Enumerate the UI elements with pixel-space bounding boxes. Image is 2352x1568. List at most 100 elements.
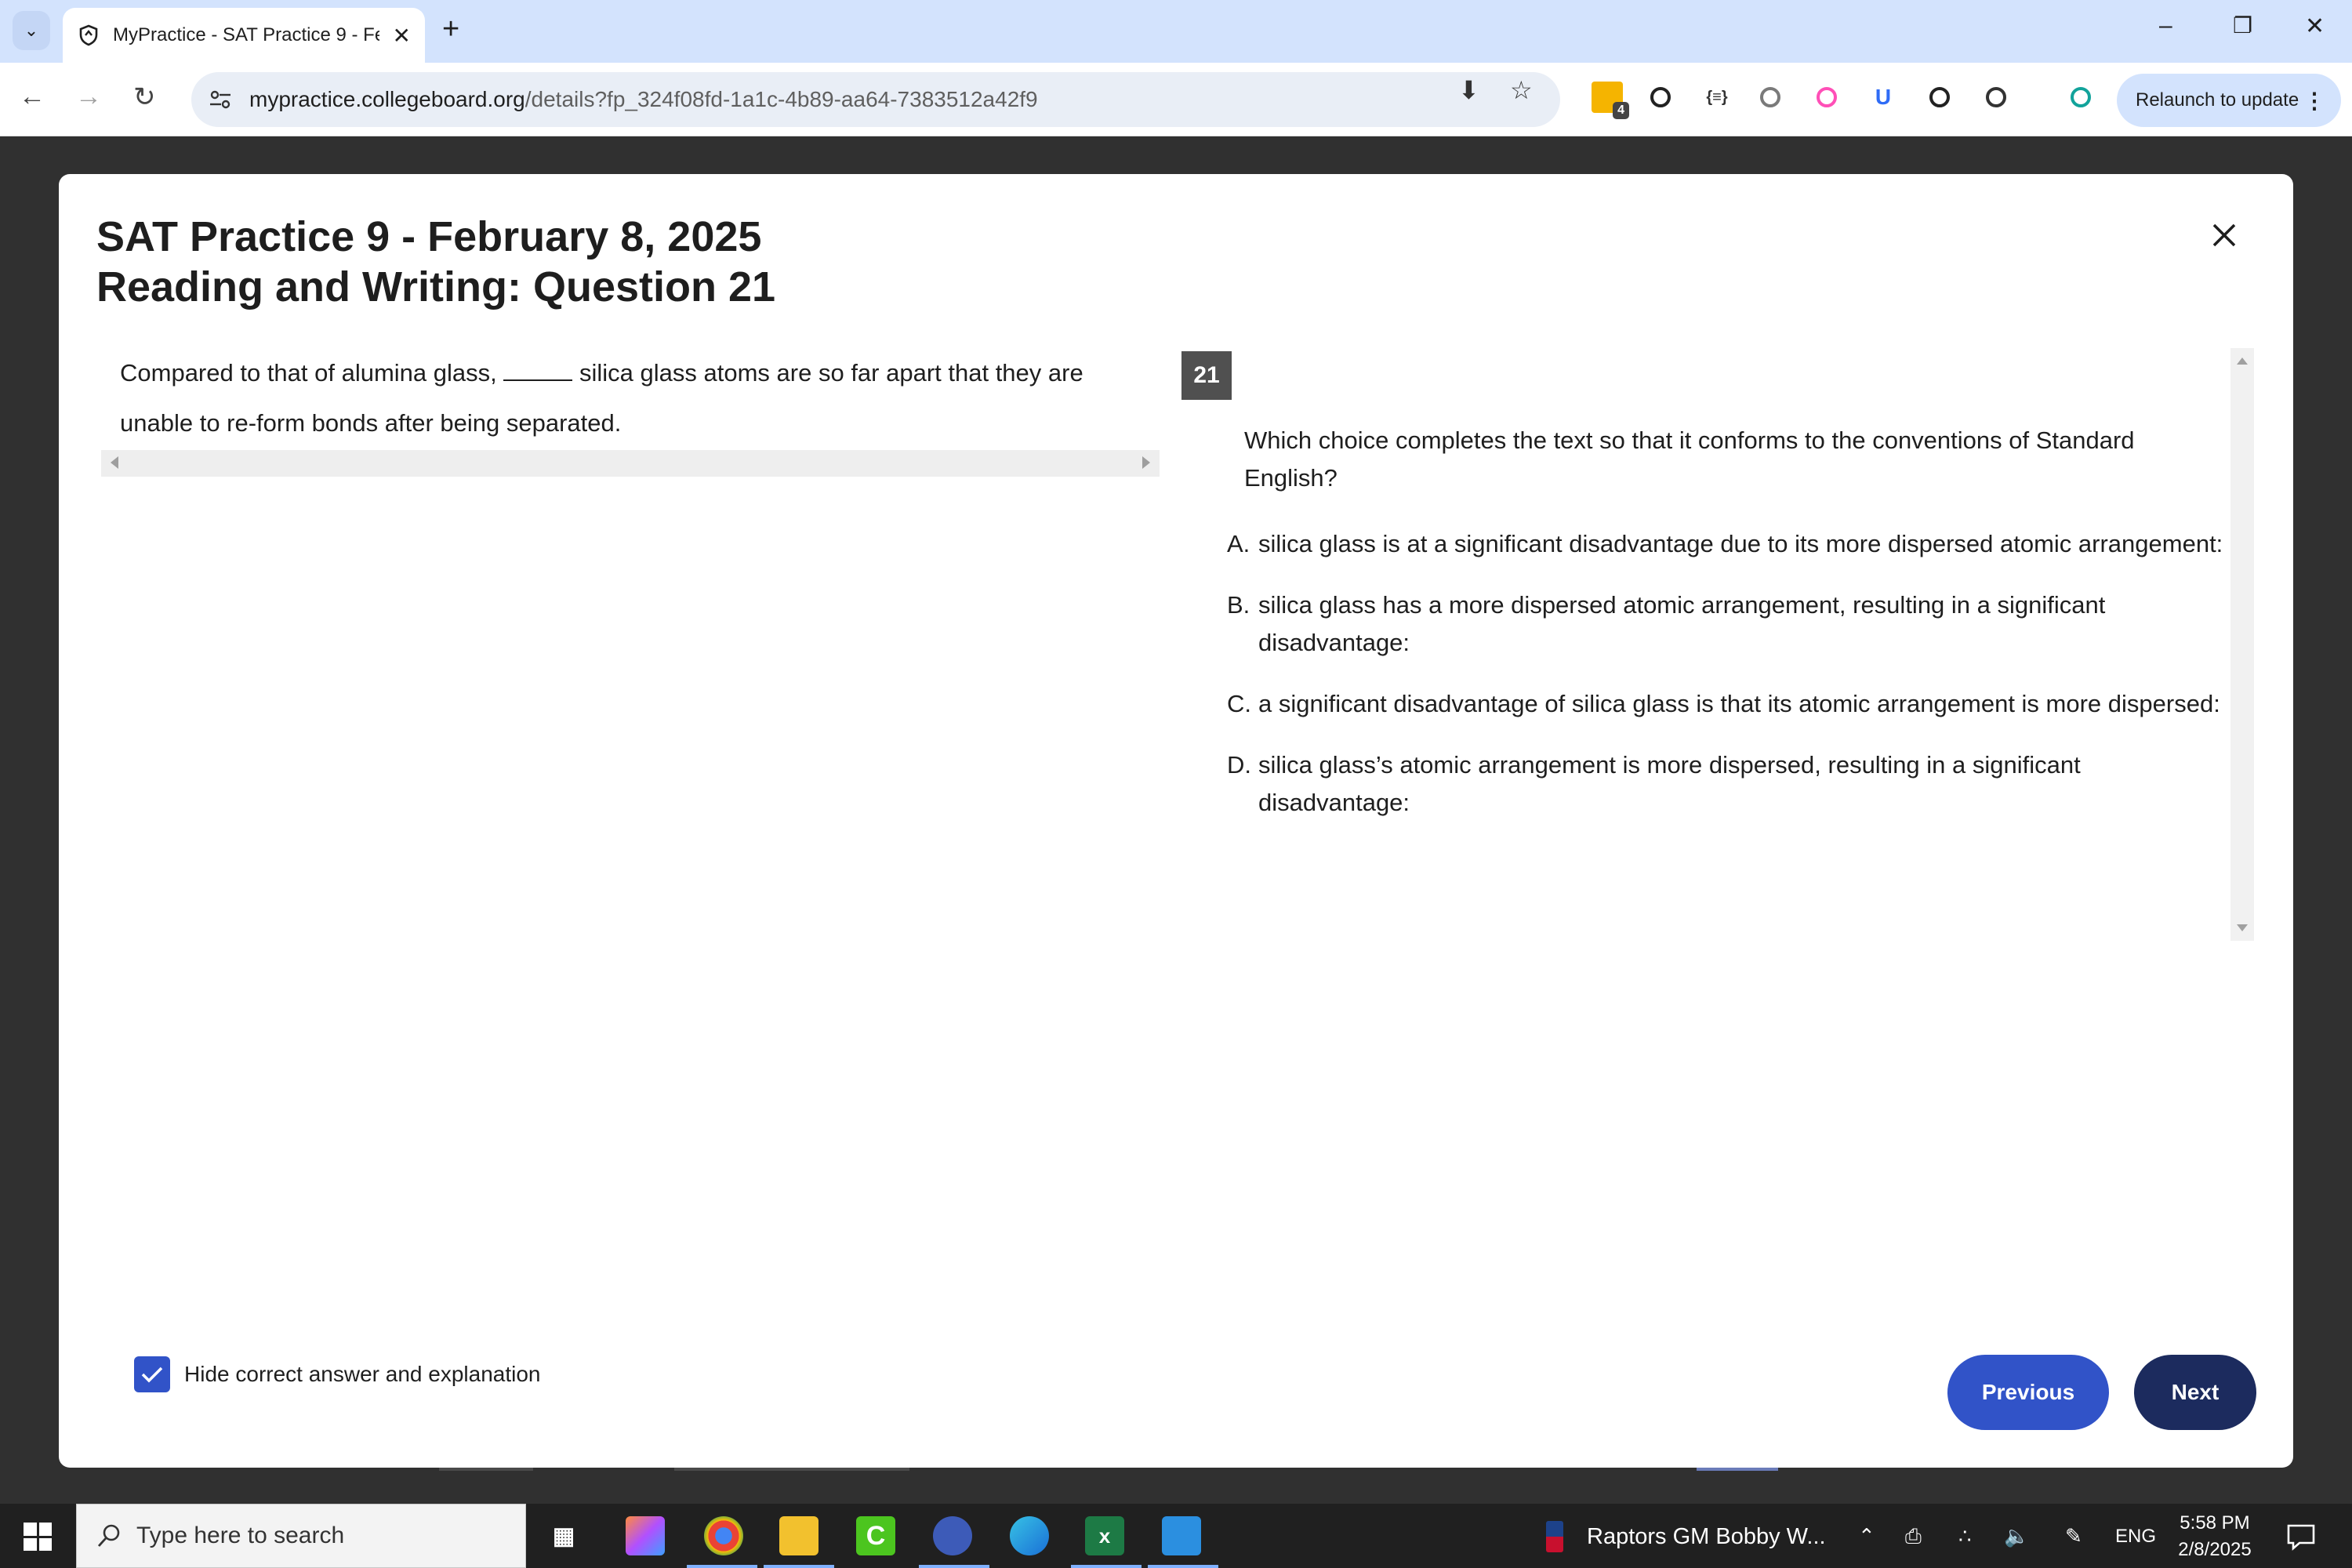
search-placeholder: Type here to search xyxy=(136,1523,345,1548)
chevron-down-icon: ⌄ xyxy=(24,20,39,40)
passage-before-blank: Compared to that of alumina glass, xyxy=(120,359,497,387)
choice-text: silica glass’s atomic arrangement is mor… xyxy=(1258,751,2081,816)
file-explorer-icon[interactable] xyxy=(779,1516,818,1555)
running-app-indicator xyxy=(1148,1565,1218,1568)
search-icon xyxy=(97,1524,120,1547)
pink-arrow-extension-icon[interactable] xyxy=(1811,82,1842,113)
excel-icon[interactable]: x xyxy=(1085,1516,1124,1555)
hide-answer-toggle[interactable]: Hide correct answer and explanation xyxy=(134,1356,540,1392)
answer-choices: A. silica glass is at a significant disa… xyxy=(1227,525,2238,845)
answer-choice-b[interactable]: B. silica glass has a more dispersed ato… xyxy=(1227,586,2238,662)
clock-date: 2/8/2025 xyxy=(2178,1539,2252,1560)
bars-extension-icon[interactable] xyxy=(2065,82,2096,113)
url-text: mypractice.collegeboard.org/details?fp_3… xyxy=(249,87,1038,112)
media-app-icon[interactable] xyxy=(933,1516,972,1555)
choice-letter: D. xyxy=(1227,751,1251,779)
choice-letter: A. xyxy=(1227,530,1250,557)
kebab-menu-icon[interactable]: ⋮ xyxy=(2303,88,2325,114)
browser-tab-active[interactable]: MyPractice - SAT Practice 9 - February 8… xyxy=(63,8,425,63)
scroll-left-arrow-icon[interactable] xyxy=(111,456,118,469)
choice-text: silica glass has a more dispersed atomic… xyxy=(1258,591,2106,656)
running-app-indicator xyxy=(764,1565,834,1568)
photos-icon[interactable] xyxy=(1162,1516,1201,1555)
wifi-icon[interactable]: ∴ xyxy=(1958,1524,1972,1548)
copilot-icon[interactable] xyxy=(626,1516,665,1555)
close-icon[interactable] xyxy=(2207,218,2241,252)
meet-now-icon[interactable]: ⎙ xyxy=(1905,1524,1922,1549)
json-extension-icon[interactable]: {≡} xyxy=(1701,82,1733,113)
back-arrow-icon[interactable]: ← xyxy=(19,82,45,112)
task-view-icon[interactable]: ▦ xyxy=(544,1516,583,1555)
forward-arrow-icon[interactable]: → xyxy=(75,82,102,112)
windows-taskbar: Type here to search ▦ C x Raptors GM Bob… xyxy=(0,1504,2352,1568)
choice-text: a significant disadvantage of silica gla… xyxy=(1258,690,2220,717)
question-modal: SAT Practice 9 - February 8, 2025 Readin… xyxy=(59,174,2293,1468)
passage-horizontal-scrollbar[interactable] xyxy=(101,450,1160,477)
next-button[interactable]: Next xyxy=(2134,1355,2256,1430)
question-number-badge: 21 xyxy=(1181,351,1232,400)
show-hidden-icons-chevron-icon[interactable]: ⌃ xyxy=(1858,1524,1875,1548)
scroll-right-arrow-icon[interactable] xyxy=(1142,456,1150,469)
volume-icon[interactable]: 🔈 xyxy=(2004,1524,2029,1548)
hide-answer-label: Hide correct answer and explanation xyxy=(184,1362,541,1386)
hide-answer-checkbox[interactable] xyxy=(134,1356,170,1392)
choice-letter: C. xyxy=(1227,690,1251,717)
news-widget[interactable]: Raptors GM Bobby W... xyxy=(1546,1521,1826,1552)
language-indicator[interactable]: ENG xyxy=(2115,1526,2156,1548)
owl-extension-icon[interactable] xyxy=(1645,82,1676,113)
close-window-icon[interactable]: ✕ xyxy=(2305,13,2325,40)
u-shield-extension-icon[interactable]: U xyxy=(1867,82,1899,113)
answer-choice-a[interactable]: A. silica glass is at a significant disa… xyxy=(1227,525,2238,563)
notes-extension-icon[interactable]: 4 xyxy=(1592,82,1629,119)
answer-choice-d[interactable]: D. silica glass’s atomic arrangement is … xyxy=(1227,746,2238,822)
eyedropper-icon[interactable] xyxy=(1924,82,1955,113)
tab-close-icon[interactable]: ✕ xyxy=(393,23,411,49)
browser-tab-strip: ⌄ MyPractice - SAT Practice 9 - February… xyxy=(0,0,2352,63)
minimize-window-icon[interactable]: – xyxy=(2159,13,2172,39)
relaunch-to-update-button[interactable]: Relaunch to update ⋮ xyxy=(2117,74,2341,127)
extension-badge: 4 xyxy=(1613,102,1629,119)
relaunch-label: Relaunch to update xyxy=(2136,89,2299,111)
windows-start-icon[interactable] xyxy=(24,1523,52,1551)
running-app-indicator xyxy=(1071,1565,1142,1568)
modal-title-line2: Reading and Writing: Question 21 xyxy=(96,263,776,310)
new-tab-plus-icon[interactable]: + xyxy=(442,13,459,46)
choice-text: silica glass is at a significant disadva… xyxy=(1258,530,2223,557)
system-clock[interactable]: 5:58 PM 2/8/2025 xyxy=(2172,1510,2258,1563)
taskbar-search-box[interactable]: Type here to search xyxy=(76,1504,526,1568)
news-headline: Raptors GM Bobby W... xyxy=(1587,1523,1826,1549)
scroll-down-arrow-icon[interactable] xyxy=(2237,924,2248,931)
restore-window-icon[interactable]: ❐ xyxy=(2233,13,2252,38)
url-domain: mypractice.collegeboard.org xyxy=(249,87,525,111)
nba-logo-icon xyxy=(1546,1521,1563,1552)
url-path: /details?fp_324f08fd-1a1c-4b89-aa64-7383… xyxy=(524,87,1038,111)
camtasia-icon[interactable]: C xyxy=(856,1516,895,1555)
bookmark-star-icon[interactable]: ☆ xyxy=(1510,75,1533,105)
puzzle-extensions-icon[interactable] xyxy=(1980,82,2012,113)
passage-text: Compared to that of alumina glass, silic… xyxy=(120,348,1163,448)
modal-title-line1: SAT Practice 9 - February 8, 2025 xyxy=(96,213,762,260)
pen-icon[interactable]: ✎ xyxy=(2065,1524,2082,1548)
background-table-fragment xyxy=(1697,1468,1778,1471)
reload-icon[interactable]: ↻ xyxy=(133,82,156,113)
site-settings-icon[interactable] xyxy=(209,88,235,111)
tab-search-button[interactable]: ⌄ xyxy=(13,11,50,50)
answer-choice-c[interactable]: C. a significant disadvantage of silica … xyxy=(1227,685,2238,723)
running-app-indicator xyxy=(919,1565,989,1568)
question-prompt: Which choice completes the text so that … xyxy=(1244,426,2135,492)
tab-title: MyPractice - SAT Practice 9 - February 8… xyxy=(113,24,379,45)
chrome-icon[interactable] xyxy=(704,1516,743,1555)
refresh-c-extension-icon[interactable] xyxy=(1755,82,1786,113)
scroll-up-arrow-icon[interactable] xyxy=(2237,358,2248,365)
browser-toolbar: ← → ↻ mypractice.collegeboard.org/detail… xyxy=(0,63,2352,136)
edge-icon[interactable] xyxy=(1010,1516,1049,1555)
clock-time: 5:58 PM xyxy=(2180,1512,2250,1534)
checkmark-icon xyxy=(141,1367,163,1383)
notification-center-icon[interactable] xyxy=(2285,1521,2317,1552)
address-bar[interactable]: mypractice.collegeboard.org/details?fp_3… xyxy=(191,72,1560,127)
install-app-icon[interactable]: ⬇ xyxy=(1458,75,1479,105)
shield-favicon-icon xyxy=(77,24,100,47)
previous-button[interactable]: Previous xyxy=(1947,1355,2109,1430)
question-vertical-scrollbar[interactable] xyxy=(2230,348,2254,941)
choice-letter: B. xyxy=(1227,591,1250,619)
